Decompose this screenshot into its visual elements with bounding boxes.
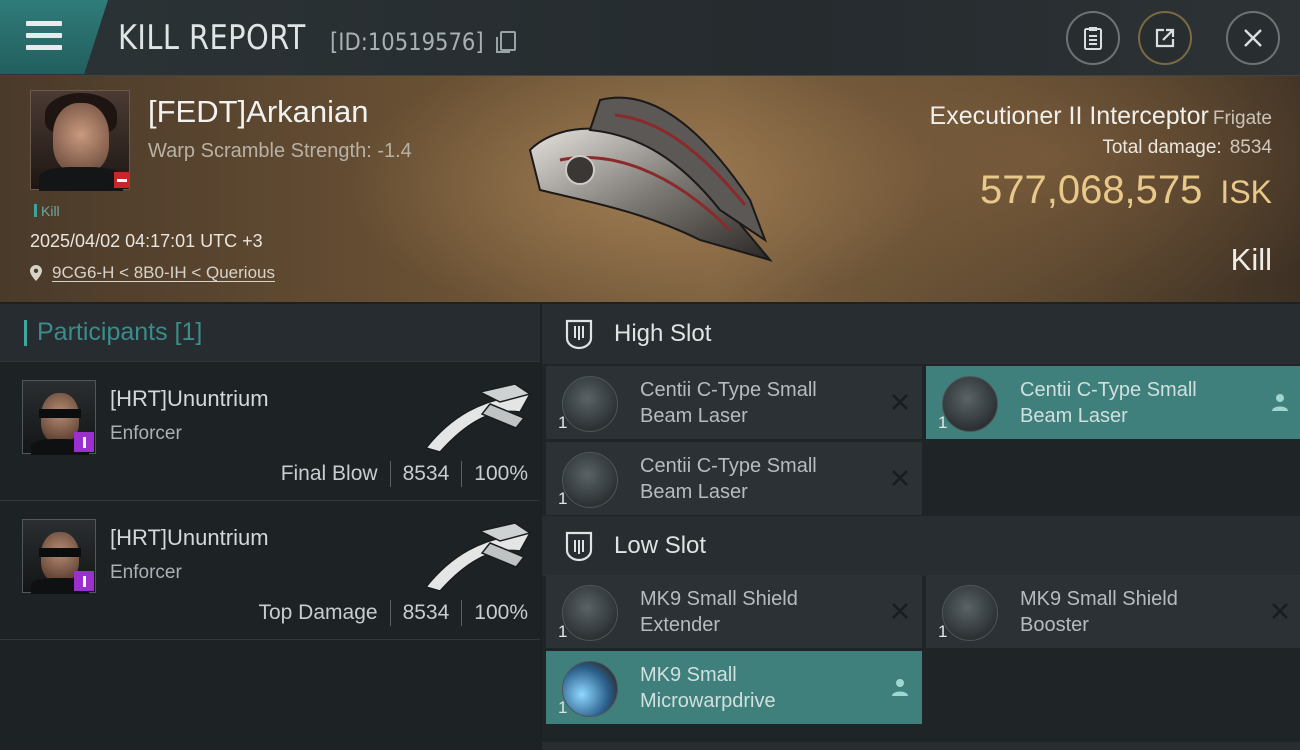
ship-class-text: Frigate — [1212, 108, 1272, 129]
module-qty: 1 — [558, 489, 568, 508]
module-item[interactable]: 1 Centii C-Type Small Beam Laser — [926, 366, 1300, 439]
low-slot-label: Low Slot — [614, 532, 707, 559]
module-name: MK9 Small Shield Booster — [1020, 588, 1178, 636]
microwarpdrive-icon — [562, 661, 618, 717]
participants-title: Participants [1] — [37, 318, 203, 346]
close-x-icon — [892, 470, 908, 486]
low-slot-header: Low Slot — [542, 516, 1300, 576]
location-pin-icon — [30, 265, 42, 281]
high-slot-icon — [565, 319, 593, 350]
module-name: Centii C-Type Small Beam Laser — [1020, 379, 1197, 427]
total-damage: Total damage: 8534 — [1102, 137, 1272, 159]
participant-stats: Top Damage 8534 100% — [258, 600, 528, 626]
module-item[interactable]: 1 Centii C-Type Small Beam Laser — [546, 366, 922, 439]
ship-name-text: Executioner II Interceptor — [929, 102, 1209, 130]
module-item[interactable]: 1 MK9 Small Shield Extender — [546, 575, 922, 648]
shield-booster-icon — [942, 585, 998, 641]
kill-datetime: 2025/04/02 04:17:01 UTC +3 — [30, 231, 263, 251]
isk-value: 577,068,575 ISK — [980, 168, 1272, 213]
module-name: Centii C-Type Small Beam Laser — [640, 379, 817, 427]
module-name: Centii C-Type Small Beam Laser — [640, 455, 817, 503]
hostile-standing-icon — [114, 172, 130, 188]
isk-amount: 577,068,575 — [979, 168, 1203, 212]
participant-row[interactable]: [HRT]Ununtrium Enforcer Final Blow 8534 … — [0, 362, 540, 501]
clipboard-icon — [1084, 27, 1102, 50]
module-name: MK9 Small Shield Extender — [640, 588, 798, 636]
kill-location[interactable]: 9CG6-H < 8B0-IH < Querious — [30, 263, 275, 283]
shield-extender-icon — [562, 585, 618, 641]
beam-laser-icon — [562, 376, 618, 432]
share-icon — [1155, 28, 1175, 48]
participant-ship: Enforcer — [110, 562, 182, 583]
module-name: MK9 Small Microwarpdrive — [640, 664, 776, 712]
stat-label: Final Blow — [280, 462, 378, 485]
stat-percent: 100% — [474, 601, 528, 624]
close-x-icon — [892, 394, 908, 410]
stat-damage: 8534 — [402, 462, 450, 485]
next-slot-header-peek — [542, 742, 1300, 750]
header-accent-bar — [24, 319, 27, 346]
module-qty: 1 — [558, 622, 568, 641]
beam-laser-icon — [562, 452, 618, 508]
location-link[interactable]: 9CG6-H < 8B0-IH < Querious — [52, 263, 275, 283]
participant-row[interactable]: [HRT]Ununtrium Enforcer Top Damage 8534 … — [0, 501, 540, 640]
victim-name[interactable]: [FEDT]Arkanian — [148, 94, 369, 130]
title-bar: KILL REPORT [ID:10519576] — [0, 0, 1300, 76]
participant-ship-image — [424, 383, 532, 453]
module-qty: 1 — [938, 413, 948, 432]
total-damage-label: Total damage: — [1102, 137, 1222, 158]
hamburger-icon — [26, 21, 62, 50]
participant-stats: Final Blow 8534 100% — [281, 461, 528, 487]
module-item[interactable]: 1 MK9 Small Shield Booster — [926, 575, 1300, 648]
total-damage-value: 8534 — [1229, 137, 1272, 158]
beam-laser-icon — [942, 376, 998, 432]
stat-percent: 100% — [474, 462, 528, 485]
page-title: KILL REPORT — [118, 18, 306, 58]
stat-damage: 8534 — [402, 601, 450, 624]
result-label: Kill — [1230, 242, 1272, 277]
module-item[interactable]: 1 MK9 Small Microwarpdrive — [546, 651, 922, 724]
participants-panel: Participants [1] [HRT]Ununtrium Enforcer… — [0, 304, 540, 750]
victim-ship-image[interactable] — [520, 90, 780, 270]
person-icon — [1272, 394, 1288, 411]
copy-icon[interactable] — [496, 31, 516, 53]
participant-ship-image — [424, 522, 532, 592]
fitting-panel: High Slot 1 Centii C-Type Small Beam Lase… — [542, 304, 1300, 750]
close-icon — [1244, 29, 1262, 47]
victim-ship-name[interactable]: Executioner II Interceptor Frigate — [930, 102, 1272, 131]
menu-button[interactable] — [0, 0, 108, 74]
close-x-icon — [1272, 603, 1288, 619]
module-qty: 1 — [558, 698, 568, 717]
participant-name: [HRT]Ununtrium — [110, 386, 269, 411]
isk-unit: ISK — [1220, 174, 1272, 210]
info-badge-icon — [74, 432, 94, 452]
module-item[interactable]: 1 Centii C-Type Small Beam Laser — [546, 442, 922, 515]
high-slot-header: High Slot — [542, 304, 1300, 364]
close-button[interactable] — [1226, 11, 1280, 65]
warp-scramble-strength: Warp Scramble Strength: -1.4 — [148, 140, 412, 162]
participant-name: [HRT]Ununtrium — [110, 525, 269, 550]
high-slot-label: High Slot — [614, 320, 712, 347]
module-qty: 1 — [558, 413, 568, 432]
kill-tag: Kill — [34, 203, 60, 219]
victim-banner: [FEDT]Arkanian Warp Scramble Strength: -… — [0, 76, 1300, 302]
module-qty: 1 — [938, 622, 948, 641]
low-slot-icon — [565, 531, 593, 562]
share-button[interactable] — [1138, 11, 1192, 65]
report-id: [ID:10519576] — [330, 28, 484, 56]
participants-header[interactable]: Participants [1] — [0, 304, 540, 362]
stat-label: Top Damage — [258, 601, 378, 624]
info-badge-icon — [74, 571, 94, 591]
clipboard-button[interactable] — [1066, 11, 1120, 65]
close-x-icon — [892, 603, 908, 619]
person-icon — [892, 679, 908, 696]
participant-ship: Enforcer — [110, 423, 182, 444]
